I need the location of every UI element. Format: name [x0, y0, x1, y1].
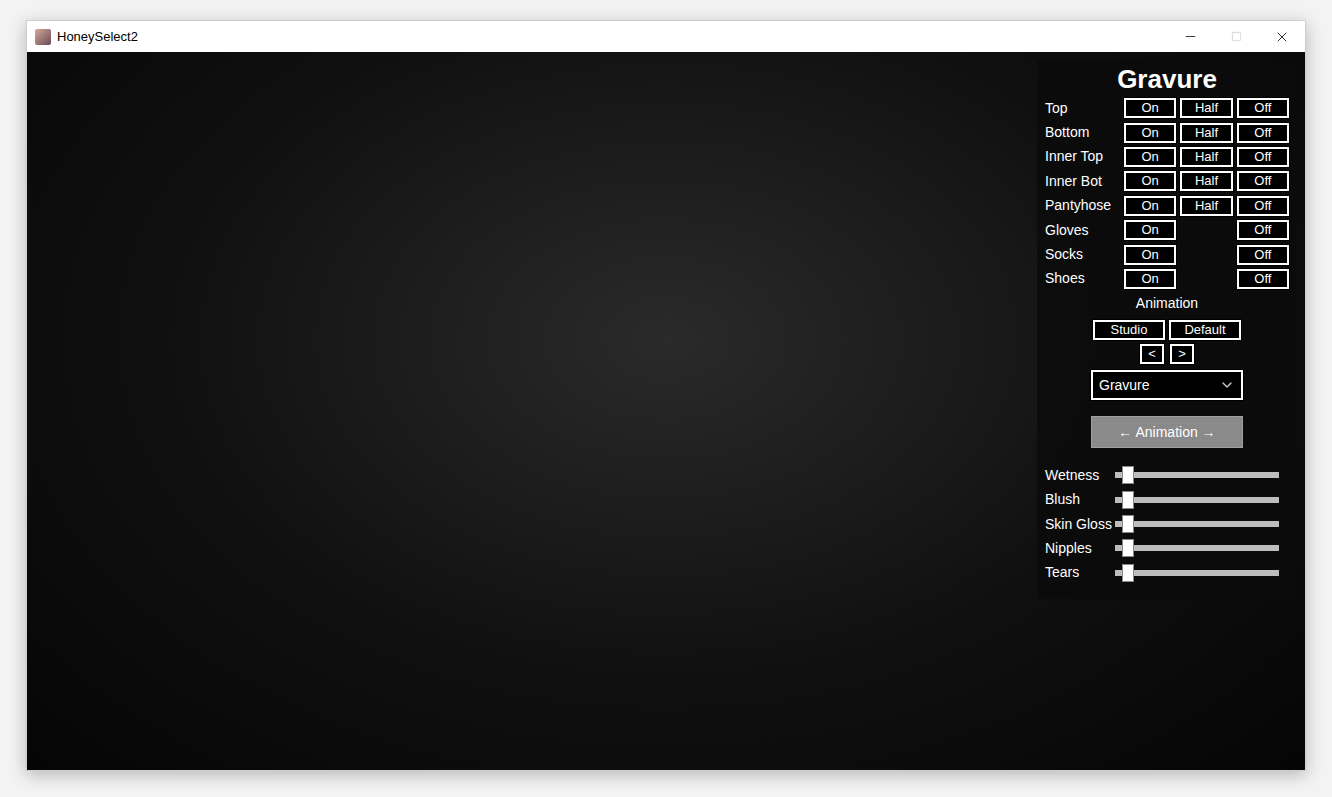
slider-label: Wetness: [1045, 465, 1115, 486]
clothing-label: Gloves: [1045, 220, 1124, 241]
clothing-row: GlovesOn Off: [1045, 218, 1289, 242]
slider[interactable]: [1115, 521, 1279, 527]
slider-thumb[interactable]: [1122, 539, 1134, 557]
slider-label: Nipples: [1045, 538, 1115, 559]
toggle-button[interactable]: On: [1124, 171, 1176, 191]
close-icon: [1274, 29, 1290, 45]
minimize-icon: [1183, 29, 1198, 44]
toggle-button[interactable]: On: [1124, 245, 1176, 265]
clothing-row: Inner TopOnHalfOff: [1045, 145, 1289, 169]
slider[interactable]: [1115, 545, 1279, 551]
close-button[interactable]: [1259, 21, 1305, 52]
toggle-button[interactable]: Off: [1237, 269, 1289, 289]
slider-label: Tears: [1045, 562, 1115, 583]
clothing-label: Inner Top: [1045, 146, 1124, 167]
toggle-button[interactable]: Off: [1237, 98, 1289, 118]
chevron-down-icon: [1219, 377, 1235, 393]
slider-row: Skin Gloss: [1045, 512, 1289, 536]
maximize-button: [1213, 21, 1259, 52]
slider-thumb[interactable]: [1122, 515, 1134, 533]
desktop: HoneySelect2GravureTopOnHalfOffBottomOnH…: [0, 0, 1332, 797]
panel-title: Gravure: [1045, 63, 1289, 95]
clothing-row: BottomOnHalfOff: [1045, 120, 1289, 144]
toggle-button[interactable]: On: [1124, 196, 1176, 216]
clothing-row: SocksOn Off: [1045, 242, 1289, 266]
toggle-button[interactable]: Off: [1237, 171, 1289, 191]
toggle-button[interactable]: Off: [1237, 220, 1289, 240]
animation-dropdown[interactable]: Gravure: [1091, 370, 1243, 400]
clothing-row: PantyhoseOnHalfOff: [1045, 194, 1289, 218]
toggle-button[interactable]: Half: [1180, 196, 1232, 216]
app-icon: [35, 29, 51, 45]
toggle-button[interactable]: Off: [1237, 147, 1289, 167]
toggle-button[interactable]: On: [1124, 269, 1176, 289]
toggle-button[interactable]: Off: [1237, 123, 1289, 143]
toggle-button[interactable]: Half: [1180, 171, 1232, 191]
toggle-button[interactable]: On: [1124, 123, 1176, 143]
slider[interactable]: [1115, 570, 1279, 576]
maximize-icon: [1231, 31, 1242, 42]
slider-row: Tears: [1045, 561, 1289, 585]
game-view: GravureTopOnHalfOffBottomOnHalfOffInner …: [27, 52, 1305, 770]
toggle-button[interactable]: Off: [1237, 245, 1289, 265]
clothing-label: Pantyhose: [1045, 195, 1124, 216]
toggle-button[interactable]: On: [1124, 147, 1176, 167]
slider-row: Wetness: [1045, 463, 1289, 487]
clothing-row: TopOnHalfOff: [1045, 96, 1289, 120]
animation-mode-button[interactable]: Default: [1169, 320, 1241, 340]
clothing-label: Bottom: [1045, 122, 1124, 143]
title-bar: HoneySelect2: [27, 21, 1305, 52]
minimize-button[interactable]: [1167, 21, 1213, 52]
slider-label: Blush: [1045, 489, 1115, 510]
toggle-button[interactable]: Half: [1180, 98, 1232, 118]
animation-mode-button[interactable]: Studio: [1093, 320, 1165, 340]
toggle-button[interactable]: On: [1124, 220, 1176, 240]
slider-thumb[interactable]: [1122, 466, 1134, 484]
slider-thumb[interactable]: [1122, 491, 1134, 509]
slider-label: Skin Gloss: [1045, 514, 1115, 535]
window: HoneySelect2GravureTopOnHalfOffBottomOnH…: [26, 20, 1306, 771]
toggle-button[interactable]: Off: [1237, 196, 1289, 216]
next-button[interactable]: >: [1170, 344, 1194, 364]
toggle-button[interactable]: Half: [1180, 123, 1232, 143]
slider-row: Nipples: [1045, 536, 1289, 560]
slider[interactable]: [1115, 497, 1279, 503]
clothing-label: Shoes: [1045, 268, 1124, 289]
animation-button[interactable]: ← Animation →: [1091, 416, 1243, 448]
toggle-button[interactable]: Half: [1180, 147, 1232, 167]
prev-button[interactable]: <: [1140, 344, 1164, 364]
clothing-label: Top: [1045, 98, 1124, 119]
gravure-panel: GravureTopOnHalfOffBottomOnHalfOffInner …: [1037, 59, 1297, 599]
toggle-button[interactable]: On: [1124, 98, 1176, 118]
animation-label: Animation: [1045, 293, 1289, 314]
clothing-label: Inner Bot: [1045, 171, 1124, 192]
slider[interactable]: [1115, 472, 1279, 478]
clothing-label: Socks: [1045, 244, 1124, 265]
window-title: HoneySelect2: [57, 27, 138, 47]
slider-thumb[interactable]: [1122, 564, 1134, 582]
clothing-row: ShoesOn Off: [1045, 267, 1289, 291]
slider-row: Blush: [1045, 488, 1289, 512]
clothing-row: Inner BotOnHalfOff: [1045, 169, 1289, 193]
